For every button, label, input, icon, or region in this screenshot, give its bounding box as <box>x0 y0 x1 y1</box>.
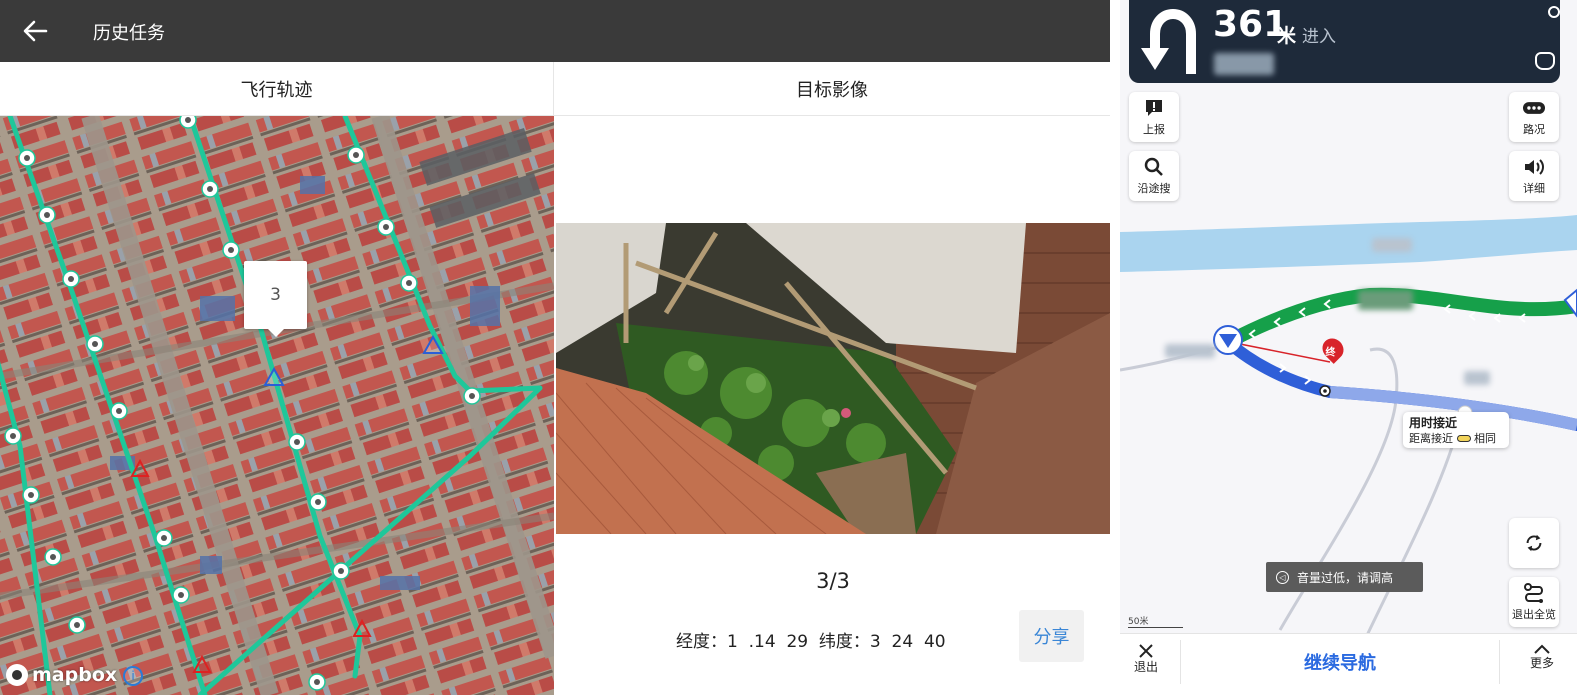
tab-flight-track[interactable]: 飞行轨迹 <box>0 62 554 115</box>
tab-target-image[interactable]: 目标影像 <box>554 62 1110 115</box>
refresh-icon <box>1523 533 1545 553</box>
attribution-info-button[interactable]: i <box>123 666 143 686</box>
mapbox-wordmark: mapbox <box>32 664 118 686</box>
alert-bubble-icon <box>1143 98 1165 118</box>
more-dots-icon <box>1523 98 1545 118</box>
refresh-route-button[interactable] <box>1509 518 1559 568</box>
latitude-label: 纬度： <box>818 632 870 652</box>
map-scale: 50米 <box>1128 614 1183 628</box>
navigation-app: 终 361 米 进入 上报 沿途搜 路况 详细 退出全览 用时接近 距离接近 相… <box>1120 0 1577 695</box>
mapbox-logo: mapbox <box>6 664 117 686</box>
detail-voice-button[interactable]: 详细 <box>1509 151 1559 201</box>
search-icon <box>1143 157 1165 177</box>
report-button[interactable]: 上报 <box>1129 92 1179 142</box>
mapbox-logo-icon <box>6 664 28 686</box>
search-along-button[interactable]: 沿途搜 <box>1129 151 1179 201</box>
blurred-road-name <box>1214 53 1274 75</box>
alt-route-subtitle-suffix: 相同 <box>1474 431 1496 445</box>
close-icon <box>1139 644 1153 658</box>
page-title: 历史任务 <box>93 23 165 44</box>
blurred-label <box>1464 371 1490 385</box>
compass-icon[interactable] <box>1548 6 1560 18</box>
longitude-value: 1 .14 29 <box>727 632 809 652</box>
nav-bottom-bar: 退出 继续导航 更多 <box>1120 633 1577 695</box>
flight-track-map[interactable]: 3 mapbox i <box>0 116 554 695</box>
route-overview-icon <box>1523 582 1545 603</box>
share-button[interactable]: 分享 <box>1019 610 1084 662</box>
target-photo[interactable] <box>556 223 1110 534</box>
toll-icon <box>1456 435 1471 443</box>
back-arrow-icon[interactable] <box>22 18 48 44</box>
blurred-label <box>1372 238 1412 252</box>
volume-toast: ◁ 音量过低，请调高 <box>1266 562 1423 592</box>
history-task-app: 历史任务 飞行轨迹 目标影像 3 mapbox i 3/3 经度：1 .14 2… <box>0 0 1110 695</box>
alt-route-title: 用时接近 <box>1409 416 1458 430</box>
traffic-button[interactable]: 路况 <box>1509 92 1559 142</box>
more-button[interactable]: 更多 <box>1522 644 1562 671</box>
turn-action: 进入 <box>1302 27 1336 47</box>
longitude-label: 经度： <box>676 632 727 652</box>
chevron-up-icon <box>1534 644 1550 654</box>
volume-low-icon: ◁ <box>1276 570 1289 584</box>
target-image-panel: 3/3 经度：1 .14 29 纬度：3 24 40 分享 <box>556 116 1110 695</box>
speaker-icon <box>1523 157 1545 177</box>
exit-nav-button[interactable]: 退出 <box>1130 644 1162 675</box>
continue-navigation-button[interactable]: 继续导航 <box>1180 640 1500 684</box>
image-counter: 3/3 <box>816 569 850 593</box>
alt-route-subtitle-prefix: 距离接近 <box>1409 431 1453 445</box>
distance-unit: 米 <box>1277 25 1297 47</box>
coordinates-readout: 经度：1 .14 29 纬度：3 24 40 <box>676 627 946 652</box>
top-app-bar: 历史任务 <box>0 0 1110 62</box>
latitude-value: 3 24 40 <box>869 632 946 652</box>
avatar-cat-icon[interactable] <box>1535 52 1555 70</box>
waypoint-popup[interactable]: 3 <box>244 261 307 337</box>
satellite-map-canvas[interactable] <box>0 116 554 695</box>
blurred-label <box>1165 344 1215 358</box>
tab-bar: 飞行轨迹 目标影像 <box>0 62 1110 116</box>
turn-instruction-panel: 361 米 进入 <box>1129 0 1560 83</box>
alt-route-card[interactable]: 用时接近 距离接近 相同 <box>1403 412 1509 448</box>
exit-overview-button[interactable]: 退出全览 <box>1509 577 1559 627</box>
u-turn-icon <box>1141 8 1196 74</box>
aerial-photo-illustration <box>556 223 1110 534</box>
blurred-label <box>1358 290 1413 310</box>
